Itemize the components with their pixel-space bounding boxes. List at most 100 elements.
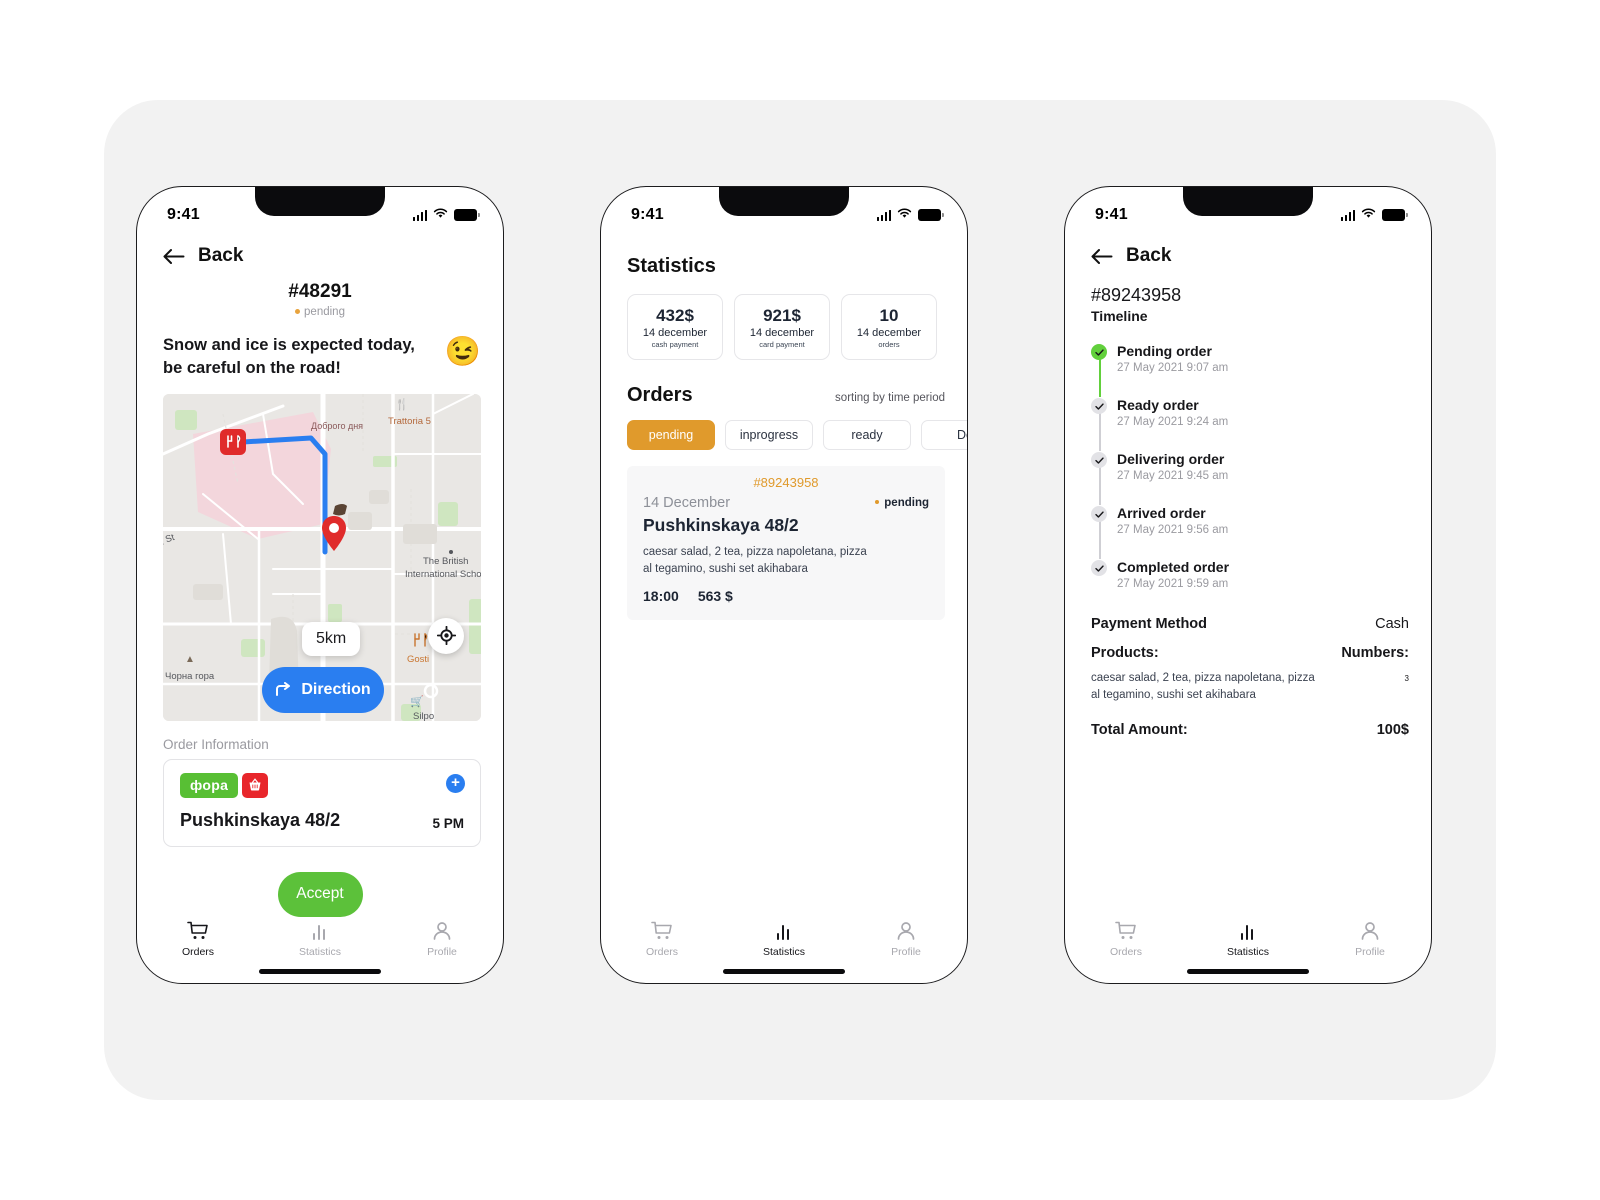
home-indicator [723, 969, 845, 974]
phone-order-detail: 9:41 Back #48291 pending Snow and ice is… [136, 186, 504, 984]
status-time: 9:41 [631, 206, 664, 223]
chip-delivered[interactable]: De [921, 420, 967, 450]
wifi-icon [433, 206, 448, 224]
order-info-card[interactable]: фора + Pushkinskaya 48/2 5 PM [163, 758, 481, 847]
weather-alert: Snow and ice is expected today, be caref… [137, 318, 503, 380]
numbers-label: Numbers: [1341, 645, 1409, 661]
status-time: 9:41 [1095, 206, 1128, 223]
check-icon [1091, 344, 1107, 360]
svg-text:International Schoo: International Schoo [405, 569, 481, 580]
order-items: caesar salad, 2 tea, pizza napoletana, p… [643, 546, 867, 576]
stat-sub: cash payment [651, 339, 699, 349]
payment-method-value: Cash [1375, 616, 1409, 632]
tab-label: Profile [427, 946, 457, 958]
timeline-title: Delivering order [1117, 451, 1225, 467]
cart-icon [651, 921, 672, 939]
order-address: Pushkinskaya 48/2 [643, 515, 799, 535]
tab-orders[interactable]: Orders [601, 921, 723, 958]
svg-text:Silpo: Silpo [413, 711, 434, 721]
timeline-step: Pending order 27 May 2021 9:07 am [1091, 343, 1431, 397]
stat-value: 921$ [763, 305, 801, 325]
chip-pending[interactable]: pending [627, 420, 715, 450]
tab-label: Orders [181, 946, 215, 958]
status-bar: 9:41 [1065, 187, 1431, 233]
tab-profile[interactable]: Profile [1309, 921, 1431, 958]
tab-label: Orders [645, 946, 679, 958]
cart-icon [1115, 921, 1136, 939]
total-amount-label: Total Amount: [1091, 721, 1188, 738]
order-list-item[interactable]: #89243958 14 December pending Pushkinska… [627, 466, 945, 620]
direction-button[interactable]: Direction [262, 666, 384, 713]
stat-date: 14 december [642, 326, 708, 339]
page-title: Statistics [627, 255, 716, 277]
map-view[interactable]: Доброго дня Trattoria 5 🍴 The British In… [163, 393, 481, 721]
back-button[interactable]: Back [1065, 233, 1431, 267]
timeline-time: 27 May 2021 9:24 am [1117, 416, 1229, 428]
status-text: pending [884, 497, 929, 509]
svg-text:Чорна гора: Чорна гора [165, 671, 215, 682]
order-time: 18:00 [643, 587, 679, 604]
check-icon [1091, 452, 1107, 468]
tab-statistics[interactable]: Statistics [723, 921, 845, 958]
wink-emoji-icon: 😉 [444, 336, 481, 368]
cart-icon [187, 921, 208, 939]
timeline-step: Arrived order 27 May 2021 9:56 am [1091, 505, 1431, 559]
stat-value: 432$ [656, 305, 694, 325]
person-icon [433, 922, 451, 940]
order-price: 563 $ [697, 587, 733, 604]
timeline-time: 27 May 2021 9:45 am [1117, 470, 1229, 482]
status-bar: 9:41 [137, 187, 503, 233]
orders-title: Orders [627, 384, 693, 406]
bars-icon [1241, 925, 1253, 940]
stat-card[interactable]: 921$ 14 december card payment [734, 294, 830, 360]
status-badge: pending [874, 497, 929, 509]
stat-card[interactable]: 10 14 december orders [841, 294, 937, 360]
back-label: Back [198, 245, 244, 266]
status-dot-icon [295, 308, 301, 314]
signal-icon [1340, 209, 1355, 221]
turn-right-icon [276, 682, 291, 697]
svg-text:🍴: 🍴 [395, 398, 409, 411]
tab-label: Statistics [1226, 946, 1269, 958]
timeline-label: Timeline [1091, 308, 1148, 324]
locate-me-button[interactable] [428, 617, 464, 654]
person-icon [1361, 922, 1379, 940]
sorting-label[interactable]: sorting by time period [835, 392, 945, 404]
battery-icon [918, 209, 944, 221]
tab-orders[interactable]: Orders [137, 921, 259, 958]
status-badge: pending [137, 306, 503, 318]
timeline-connector [1098, 357, 1101, 397]
timeline-connector [1098, 411, 1101, 451]
order-information-label: Order Information [163, 736, 269, 752]
add-order-button[interactable]: + [446, 773, 465, 793]
stats-cards: 432$ 14 december cash payment 921$ 14 de… [601, 278, 967, 360]
status-bar: 9:41 [601, 187, 967, 233]
bars-icon [313, 925, 325, 940]
stat-sub: card payment [759, 339, 805, 349]
tab-statistics[interactable]: Statistics [1187, 921, 1309, 958]
battery-icon [1382, 209, 1408, 221]
phone-order-timeline: 9:41 Back #89243958 Timeline Pending ord… [1064, 186, 1432, 984]
status-text: pending [304, 306, 345, 318]
tab-statistics[interactable]: Statistics [259, 921, 381, 958]
svg-text:Gosti: Gosti [407, 654, 429, 665]
signal-icon [412, 209, 427, 221]
timeline-time: 27 May 2021 9:59 am [1117, 578, 1229, 590]
order-id: #89243958 [753, 475, 819, 490]
chip-inprogress[interactable]: inprogress [725, 420, 813, 450]
tab-profile[interactable]: Profile [381, 921, 503, 958]
timeline-connector [1098, 465, 1101, 505]
timeline-title: Pending order [1117, 343, 1212, 359]
tab-profile[interactable]: Profile [845, 921, 967, 958]
timeline-time: 27 May 2021 9:56 am [1117, 524, 1229, 536]
products-label: Products: [1091, 645, 1159, 661]
crosshair-icon [436, 626, 456, 646]
stat-date: 14 december [749, 326, 815, 339]
svg-text:▲: ▲ [185, 654, 195, 665]
stat-card[interactable]: 432$ 14 december cash payment [627, 294, 723, 360]
chip-ready[interactable]: ready [823, 420, 911, 450]
timeline-time: 27 May 2021 9:07 am [1117, 362, 1229, 374]
timeline-connector [1098, 519, 1101, 559]
back-button[interactable]: Back [137, 233, 503, 267]
tab-orders[interactable]: Orders [1065, 921, 1187, 958]
